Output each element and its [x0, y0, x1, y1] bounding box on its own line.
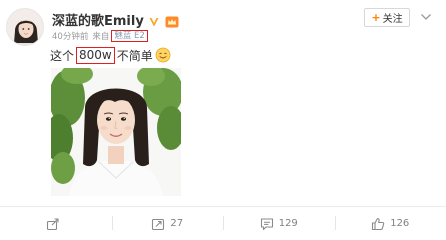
comment-icon	[260, 217, 274, 231]
repost-icon	[151, 217, 165, 231]
post-text-suffix: 不简单	[116, 48, 153, 63]
username[interactable]: 深蓝的歌Emily	[52, 10, 144, 29]
verified-v-icon	[148, 13, 160, 27]
post-meta: 40分钟前 来自 魅蓝 E2	[52, 30, 148, 42]
follow-label: 关注	[382, 14, 403, 25]
post-text-highlight: 800w	[76, 46, 115, 64]
post-photo[interactable]	[51, 68, 181, 196]
smile-emoji-icon	[155, 47, 171, 63]
repost-count: 27	[170, 218, 184, 229]
plus-icon: +	[371, 11, 381, 24]
avatar[interactable]	[6, 8, 44, 46]
like-button[interactable]: 126	[334, 207, 446, 240]
source-prefix: 来自	[92, 32, 110, 42]
share-button[interactable]	[0, 207, 112, 240]
comment-count: 129	[278, 218, 298, 229]
post-time[interactable]: 40分钟前	[52, 30, 88, 42]
repost-button[interactable]: 27	[111, 207, 224, 240]
like-icon	[371, 217, 385, 231]
share-icon	[46, 217, 60, 231]
more-chevron-icon[interactable]	[418, 10, 434, 24]
comment-button[interactable]: 129	[223, 207, 335, 240]
name-row: 深蓝的歌Emily	[52, 10, 179, 29]
weibo-post-card: 深蓝的歌Emily 40分钟前 来自 魅蓝 E2 + 关注 这个 800w 不简…	[0, 0, 446, 240]
device-source[interactable]: 魅蓝 E2	[111, 30, 148, 42]
action-bar: 27 129 126	[0, 207, 446, 240]
crown-icon[interactable]	[165, 13, 179, 28]
post-text: 这个 800w 不简单	[50, 46, 171, 64]
post-text-prefix: 这个	[50, 48, 75, 63]
like-count: 126	[390, 218, 410, 229]
follow-button[interactable]: + 关注	[364, 8, 410, 27]
